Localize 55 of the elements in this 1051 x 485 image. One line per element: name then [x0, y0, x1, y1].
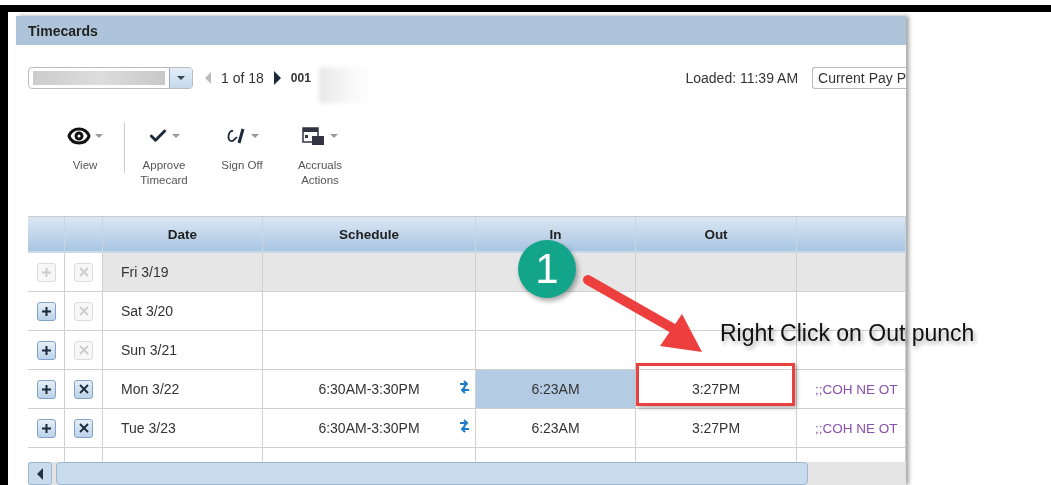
close-icon — [78, 423, 89, 433]
caret-icon — [177, 76, 185, 80]
add-button[interactable] — [36, 379, 56, 399]
loaded-time: Loaded: 11:39 AM — [685, 70, 799, 86]
toolbar-button[interactable]: Sign Off — [203, 122, 281, 173]
page-position: 1 of 18 — [221, 70, 264, 86]
pay-code: ;;COH NE OT — [815, 381, 898, 397]
toolbar-button[interactable]: Accruals Actions — [281, 122, 359, 188]
plus-icon — [40, 383, 52, 395]
close-icon — [78, 267, 89, 277]
employee-id: 001 — [290, 71, 311, 85]
table-cell: Fri 3/19 — [103, 253, 263, 291]
column-header[interactable]: Date — [103, 217, 263, 251]
period-select[interactable]: Current Pay P — [812, 67, 906, 89]
signature-icon — [225, 126, 247, 146]
table-cell: 3:27PM — [691, 420, 741, 436]
plus-icon — [40, 266, 52, 278]
add-button[interactable] — [36, 340, 56, 360]
horizontal-scrollbar[interactable] — [28, 462, 906, 485]
column-header[interactable]: Out — [636, 217, 797, 251]
annotation-text: Right Click on Out punch — [720, 320, 975, 347]
caret-icon — [95, 134, 103, 138]
plus-icon — [40, 344, 52, 356]
selected-cell[interactable]: 6:23AM — [476, 370, 636, 408]
swap-icon[interactable] — [460, 380, 469, 394]
plus-icon — [40, 305, 52, 317]
toolbar-button[interactable]: View — [46, 122, 125, 173]
column-header[interactable]: Schedule — [263, 217, 476, 251]
toolbar-button[interactable]: Approve Timecard — [125, 122, 203, 188]
caret-icon — [172, 134, 180, 138]
pay-code: ;;COH NE OT — [815, 420, 898, 436]
add-button[interactable] — [36, 418, 56, 438]
table-cell: Sat 3/20 — [103, 292, 263, 330]
plus-icon — [40, 422, 52, 434]
caret-icon — [330, 134, 338, 138]
table-cell: Tue 3/23 — [103, 409, 263, 447]
add-button[interactable] — [36, 301, 56, 321]
scroll-left-icon[interactable] — [37, 467, 43, 480]
table-cell: Sun 3/21 — [103, 331, 263, 369]
swap-icon[interactable] — [460, 419, 469, 433]
next-icon[interactable] — [273, 71, 281, 85]
table-cell: 6:30AM-3:30PM — [318, 420, 420, 436]
delete-button[interactable] — [74, 418, 93, 438]
table-cell: Mon 3/22 — [103, 370, 263, 408]
delete-button[interactable] — [74, 379, 93, 399]
caret-icon — [251, 134, 259, 138]
table-cell: 6:30AM-3:30PM — [318, 381, 420, 397]
table-cell: 6:23AM — [531, 420, 580, 436]
table-cell: 3:27PM — [691, 381, 741, 397]
calendar-icon — [302, 125, 326, 147]
close-icon — [78, 384, 89, 394]
close-icon — [78, 306, 89, 316]
window-title: Timecards — [16, 16, 906, 45]
close-icon — [78, 345, 89, 355]
table-cell: 6:23AM — [531, 381, 580, 397]
